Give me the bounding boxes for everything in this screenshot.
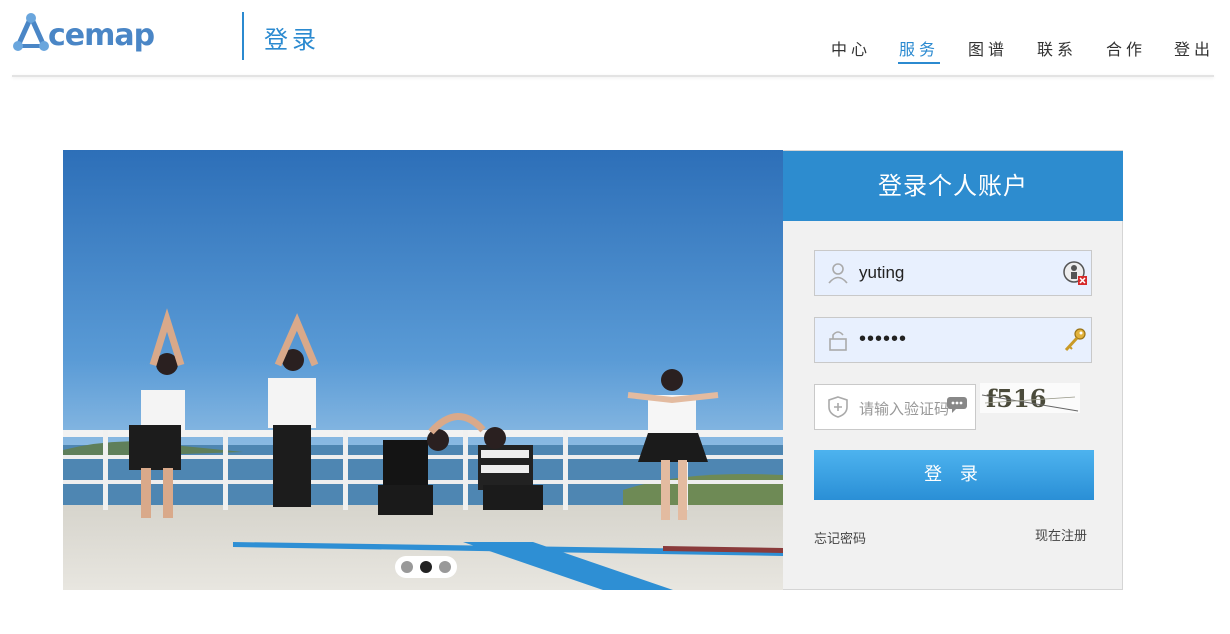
nav-item-contact[interactable]: 联系 bbox=[1037, 36, 1077, 60]
password-manager-icon[interactable] bbox=[946, 396, 968, 414]
header-separator bbox=[12, 75, 1214, 77]
captcha-text: f516 bbox=[986, 384, 1046, 413]
lock-icon bbox=[829, 331, 847, 351]
key-icon[interactable] bbox=[1061, 326, 1089, 354]
carousel-indicator bbox=[395, 556, 457, 578]
banner-carousel[interactable] bbox=[63, 150, 783, 590]
password-value: •••••• bbox=[859, 328, 908, 350]
captcha-graphic: f516 bbox=[980, 383, 1080, 413]
nav-item-logout[interactable]: 登出 bbox=[1174, 36, 1214, 60]
nav-active-underline bbox=[898, 62, 940, 64]
username-field[interactable]: yuting bbox=[814, 250, 1092, 296]
nav-item-cooperation[interactable]: 合作 bbox=[1106, 36, 1146, 60]
captcha-field[interactable]: 请输入验证码 bbox=[814, 384, 976, 430]
carousel-dot[interactable] bbox=[401, 561, 413, 573]
password-field[interactable]: •••••• bbox=[814, 317, 1092, 363]
captcha-image[interactable]: f516 bbox=[980, 383, 1080, 413]
page-title: 登录 bbox=[264, 26, 320, 54]
header: cemap 登录 中心 服务 图谱 联系 合作 登出 bbox=[0, 0, 1230, 76]
forgot-password-link[interactable]: 忘记密码 bbox=[814, 528, 866, 547]
nav-item-label: 服务 bbox=[899, 40, 940, 59]
autofill-user-icon[interactable] bbox=[1061, 259, 1089, 287]
login-button[interactable]: 登 录 bbox=[814, 450, 1094, 500]
header-divider bbox=[242, 12, 244, 60]
user-icon bbox=[828, 263, 848, 284]
nav-item-services[interactable]: 服务 bbox=[898, 36, 940, 64]
carousel-dot[interactable] bbox=[439, 561, 451, 573]
logo-text: cemap bbox=[48, 18, 155, 53]
captcha-placeholder: 请输入验证码 bbox=[859, 400, 950, 418]
banner-photo bbox=[63, 150, 783, 590]
shield-icon bbox=[828, 396, 848, 418]
login-panel: 登录个人账户 yuting •••••• 请输入验证码 f516 登 录 忘记密… bbox=[783, 150, 1123, 590]
login-heading: 登录个人账户 bbox=[783, 151, 1123, 221]
nav-item-center[interactable]: 中心 bbox=[831, 36, 871, 60]
logo-mark-icon bbox=[13, 13, 49, 51]
register-link[interactable]: 现在注册 bbox=[1035, 525, 1087, 544]
username-value: yuting bbox=[859, 263, 905, 282]
carousel-dot-active[interactable] bbox=[420, 561, 432, 573]
logo[interactable]: cemap bbox=[12, 12, 172, 60]
nav-item-graph[interactable]: 图谱 bbox=[968, 36, 1008, 60]
